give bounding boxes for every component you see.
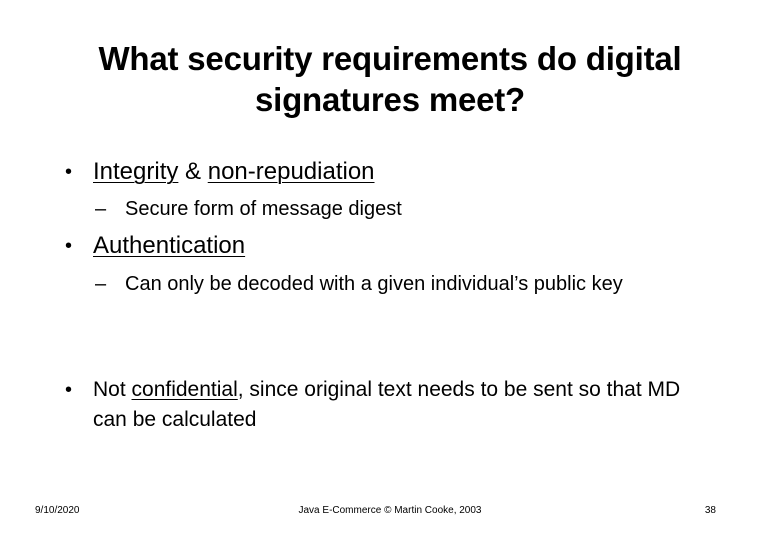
footer-credit: Java E-Commerce © Martin Cooke, 2003 [298, 505, 482, 516]
slide-title-line-2: signatures meet? [254, 81, 526, 118]
bullet-marker: • [65, 161, 73, 183]
bullet-text: Authentication [93, 233, 245, 259]
underlined-term-integrity: Integrity [93, 158, 179, 185]
bullet-text-segment: & [178, 158, 208, 185]
slide: What security requirements do digital si… [0, 0, 780, 540]
bullet-text: Not confidential, since original text ne… [93, 375, 693, 435]
slide-title-line-1: What security requirements do digital [98, 40, 682, 77]
underlined-term-non-repudiation: non-repudiation [207, 158, 375, 185]
bullet-text: Integrity & non-repudiation [93, 159, 375, 185]
bullet-text-segment: Not [93, 378, 132, 401]
underlined-term-confidential: confidential [131, 378, 238, 401]
sub-bullet-text: Secure form of message digest [125, 198, 402, 220]
slide-title: What security requirements do digital si… [40, 38, 740, 120]
bullet-marker: • [65, 379, 73, 401]
sub-bullet-text: Can only be decoded with a given individ… [125, 273, 623, 295]
footer-page-number: 38 [704, 505, 716, 516]
bullet-marker: • [65, 235, 73, 257]
underlined-term-authentication: Authentication [93, 232, 246, 259]
sub-bullet-marker: – [95, 198, 107, 220]
sub-bullet-marker: – [95, 273, 107, 295]
